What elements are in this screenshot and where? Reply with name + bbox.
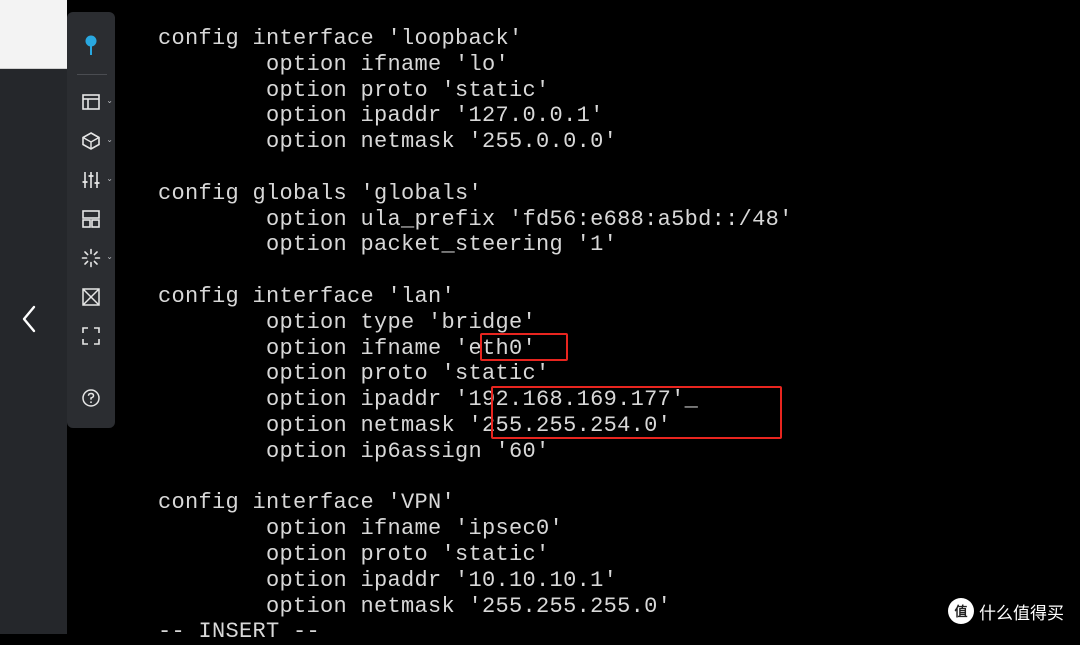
fullscreen-icon <box>82 327 100 345</box>
toolbar-divider <box>77 74 107 75</box>
layers-icon <box>82 132 100 150</box>
terminal-line: option ip6assign '60' <box>158 438 550 464</box>
terminal-line: option ifname 'eth0' <box>158 335 537 361</box>
terminal-line: option ula_prefix 'fd56:e688:a5bd::/48' <box>158 206 793 232</box>
terminal-line: option ipaddr '10.10.10.1' <box>158 567 618 593</box>
left-panel-header <box>0 0 67 69</box>
back-button[interactable] <box>14 302 44 336</box>
terminal-line: -- INSERT -- <box>158 619 321 645</box>
effects-button[interactable]: ⌄ <box>67 243 115 273</box>
fullscreen-button[interactable] <box>67 321 115 351</box>
terminal-line: option type 'bridge' <box>158 309 537 335</box>
watermark-text: 什么值得买 <box>979 603 1064 624</box>
adjust-button[interactable]: ⌄ <box>67 165 115 195</box>
terminal-line: option ifname 'ipsec0' <box>158 516 564 542</box>
svg-text:值: 值 <box>954 604 967 619</box>
sliders-icon <box>82 172 100 188</box>
layout-button[interactable]: ⌄ <box>67 87 115 117</box>
pin-icon <box>85 35 97 55</box>
layers-button[interactable]: ⌄ <box>67 126 115 156</box>
terminal-output: config interface 'loopback' option ifnam… <box>158 26 793 645</box>
terminal-line: config globals 'globals' <box>158 180 483 206</box>
grid-button[interactable] <box>67 204 115 234</box>
terminal-line: option proto 'static' <box>158 77 550 103</box>
terminal-line: option netmask '255.255.255.0' <box>158 593 672 619</box>
help-button[interactable] <box>67 383 115 413</box>
terminal-line: option proto 'static' <box>158 541 550 567</box>
terminal-line: option proto 'static' <box>158 361 550 387</box>
terminal-line: config interface 'VPN' <box>158 490 456 516</box>
help-icon <box>82 389 100 407</box>
highlight-box-ifname <box>480 333 568 361</box>
chevron-left-icon <box>22 305 36 333</box>
chevron-down-icon: ⌄ <box>106 135 113 144</box>
terminal-line: option ifname 'lo' <box>158 51 510 77</box>
highlight-box-address <box>491 386 782 439</box>
floating-toolbar: ⌄ ⌄ ⌄ ⌄ <box>67 12 115 428</box>
chevron-down-icon: ⌄ <box>106 96 113 105</box>
terminal-line: option packet_steering '1' <box>158 232 618 258</box>
chevron-down-icon: ⌄ <box>106 174 113 183</box>
watermark: 值 什么值得买 <box>948 596 1064 626</box>
site-logo-icon: 值 <box>948 598 974 624</box>
grid-icon <box>82 210 100 228</box>
chevron-down-icon: ⌄ <box>106 252 113 261</box>
shrink-icon <box>82 288 100 306</box>
terminal-line: option netmask '255.0.0.0' <box>158 129 618 155</box>
fit-button[interactable] <box>67 282 115 312</box>
terminal-line: config interface 'loopback' <box>158 26 523 51</box>
left-panel <box>0 0 67 634</box>
loading-icon <box>81 248 101 268</box>
layout-icon <box>82 94 100 110</box>
terminal-line: option ipaddr '127.0.0.1' <box>158 103 604 129</box>
pin-button[interactable] <box>67 30 115 60</box>
terminal-line: config interface 'lan' <box>158 283 456 309</box>
